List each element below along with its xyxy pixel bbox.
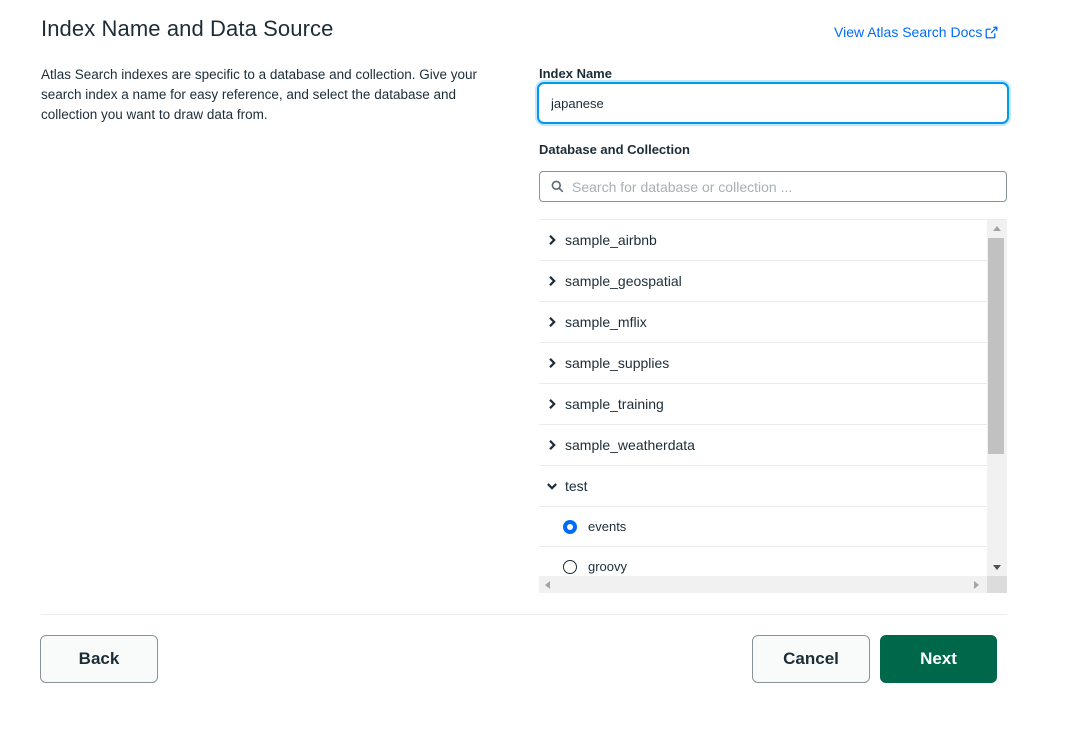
tree-item-sample-weatherdata[interactable]: sample_weatherdata: [539, 425, 987, 466]
description-text: Atlas Search indexes are specific to a d…: [41, 67, 477, 122]
scroll-left-arrow[interactable]: [545, 581, 550, 589]
tree-item-label: sample_mflix: [565, 314, 647, 330]
tree-item-sample-supplies[interactable]: sample_supplies: [539, 343, 987, 384]
tree-item-label: sample_airbnb: [565, 232, 657, 248]
tree-item-sample-geospatial[interactable]: sample_geospatial: [539, 261, 987, 302]
index-name-label: Index Name: [539, 66, 612, 81]
scrollbar-corner: [987, 576, 1007, 593]
collection-item-events[interactable]: events: [539, 507, 987, 547]
footer-divider: [41, 614, 1007, 615]
collection-item-label: events: [588, 519, 627, 534]
tree-item-label: sample_geospatial: [565, 273, 682, 289]
docs-link-label: View Atlas Search Docs: [834, 24, 983, 40]
database-tree: sample_airbnb sample_geospatial sample_m…: [539, 219, 1007, 593]
external-link-icon: [985, 26, 998, 38]
tree-item-sample-training[interactable]: sample_training: [539, 384, 987, 425]
chevron-right-icon[interactable]: [539, 398, 565, 410]
database-search-field[interactable]: [539, 171, 1007, 202]
tree-item-test[interactable]: test: [539, 466, 987, 507]
cancel-button[interactable]: Cancel: [752, 635, 870, 683]
index-name-input[interactable]: [539, 84, 1007, 122]
scroll-right-arrow[interactable]: [974, 581, 979, 589]
scroll-down-arrow[interactable]: [993, 565, 1001, 570]
vertical-scrollbar[interactable]: [987, 220, 1007, 576]
database-tree-list: sample_airbnb sample_geospatial sample_m…: [539, 220, 987, 576]
database-search-input[interactable]: [564, 172, 1006, 201]
horizontal-scrollbar[interactable]: [539, 576, 987, 593]
scroll-up-arrow[interactable]: [993, 226, 1001, 231]
chevron-right-icon[interactable]: [539, 275, 565, 287]
radio-unselected[interactable]: [563, 559, 577, 574]
back-button[interactable]: Back: [40, 635, 158, 683]
search-icon: [551, 180, 564, 193]
collection-item-groovy[interactable]: groovy: [539, 547, 987, 576]
tree-item-sample-mflix[interactable]: sample_mflix: [539, 302, 987, 343]
tree-item-label: test: [565, 478, 588, 494]
page-title: Index Name and Data Source: [41, 16, 334, 41]
chevron-right-icon[interactable]: [539, 316, 565, 328]
tree-item-label: sample_weatherdata: [565, 437, 695, 453]
view-docs-link[interactable]: View Atlas Search Docs: [834, 24, 998, 40]
tree-item-label: sample_supplies: [565, 355, 670, 371]
chevron-right-icon[interactable]: [539, 234, 565, 246]
next-button[interactable]: Next: [880, 635, 997, 683]
chevron-down-icon[interactable]: [539, 480, 565, 492]
collection-item-label: groovy: [588, 559, 628, 574]
scrollbar-thumb[interactable]: [988, 238, 1004, 454]
database-collection-label: Database and Collection: [539, 142, 690, 157]
tree-item-label: sample_training: [565, 396, 664, 412]
tree-item-sample-airbnb[interactable]: sample_airbnb: [539, 220, 987, 261]
chevron-right-icon[interactable]: [539, 439, 565, 451]
chevron-right-icon[interactable]: [539, 357, 565, 369]
radio-selected[interactable]: [563, 519, 577, 534]
index-name-field-wrapper: [537, 82, 1009, 124]
